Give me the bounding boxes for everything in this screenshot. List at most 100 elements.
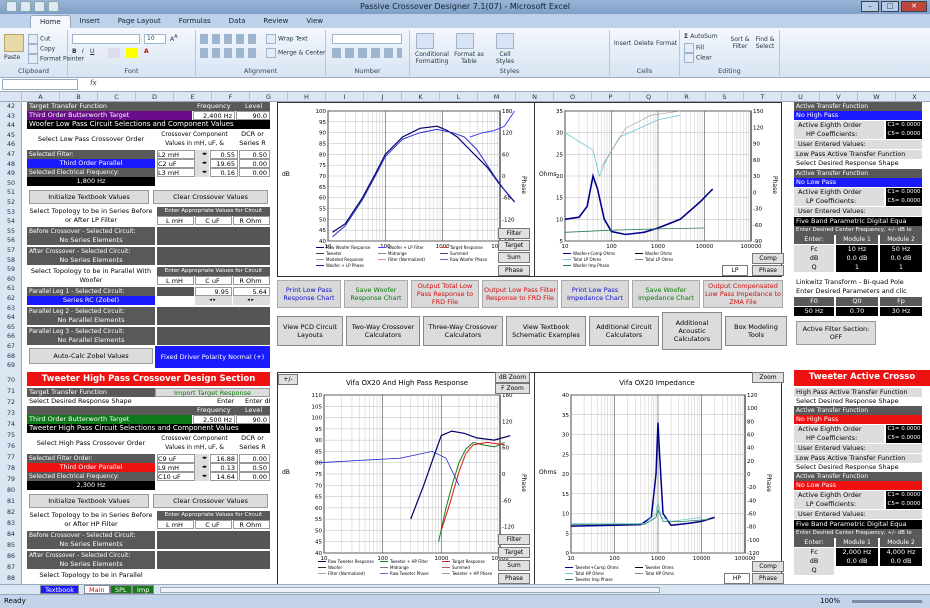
row-header[interactable]: 77 (0, 454, 22, 461)
column-header[interactable]: W (858, 92, 896, 102)
tw-comp-button[interactable]: Comp (752, 561, 784, 572)
tweeter-level-input[interactable]: 90.0 (236, 415, 270, 424)
number-format-icons[interactable] (332, 48, 402, 58)
bold-button[interactable]: B (72, 48, 77, 55)
db-module1[interactable]: 0.0 dB (836, 254, 878, 263)
tw-no-high-pass-select[interactable]: No High Pass (794, 415, 922, 424)
sheet-tab-main[interactable]: Main (84, 585, 110, 594)
tw-initialize-textbook-button[interactable]: Initialize Textbook Values (29, 494, 149, 508)
tw-db-module1[interactable]: 0.0 dB (836, 557, 878, 566)
row-header[interactable]: 43 (0, 113, 22, 120)
phase-button[interactable]: Phase (498, 265, 530, 276)
output-filter-frd-button[interactable]: Output Low Pass Filter Response to FRD F… (482, 280, 558, 308)
active-filter-section-button[interactable]: Active Filter Section: OFF (796, 321, 876, 345)
parallel-leg2-select[interactable]: No Parallel Elements (27, 316, 155, 325)
row-header[interactable]: 55 (0, 228, 22, 235)
number-format-select[interactable] (332, 34, 402, 44)
two-way-calculators-button[interactable]: Two-Way Crossover Calculators (346, 316, 420, 346)
row-header[interactable]: 80 (0, 487, 22, 494)
font-size-select[interactable]: 10 (144, 34, 166, 44)
filter-select[interactable]: Third Order Parallel (27, 159, 155, 168)
tw-after-select[interactable]: No Series Elements (27, 560, 155, 569)
print-low-pass-chart-button[interactable]: Print Low Pass Response Chart (277, 280, 341, 308)
target-button[interactable]: Target (498, 240, 530, 251)
imp-phase-button[interactable]: Phase (752, 265, 784, 276)
fill-color-icon[interactable] (126, 48, 138, 58)
row-header[interactable]: 78 (0, 465, 22, 472)
column-header[interactable]: C (98, 92, 136, 102)
fill-button[interactable]: Fill (684, 43, 704, 53)
row-header[interactable]: 48 (0, 161, 22, 168)
row-header[interactable]: 82 (0, 509, 22, 516)
column-header[interactable]: R (668, 92, 706, 102)
fc-module1[interactable]: 10 Hz (836, 245, 878, 254)
imp-zoom-button[interactable]: Zoom (752, 372, 784, 383)
row-header[interactable]: 47 (0, 151, 22, 158)
save-woofer-chart-button[interactable]: Save Woofer Response Chart (344, 280, 408, 308)
tw-spinner-2[interactable]: ◂▸ (195, 463, 209, 472)
comp-dcr-2[interactable]: 0.00 (239, 159, 270, 168)
sort-filter-button[interactable]: Sort & Filter (728, 36, 752, 50)
tw-comp-dcr-3[interactable]: 0.00 (239, 472, 270, 481)
sheet-tab-textbook[interactable]: Textbook (40, 585, 79, 594)
parallel-leg1-select[interactable]: Series RC (Zobel) (27, 296, 155, 305)
font-color-icon[interactable]: A (144, 48, 149, 55)
row-header[interactable]: 71 (0, 388, 22, 395)
spinner-1[interactable]: ◂▸ (195, 150, 209, 159)
leg1-r-value[interactable]: 5.64 (233, 287, 270, 296)
wrap-text-button[interactable]: Wrap Text (266, 34, 308, 44)
redo-icon[interactable] (48, 1, 59, 12)
row-header[interactable]: 58 (0, 257, 22, 264)
column-header[interactable]: S (706, 92, 744, 102)
insert-cells-button[interactable]: Insert (614, 40, 631, 47)
row-header[interactable]: 63 (0, 305, 22, 312)
fp-value[interactable]: 30 Hz (880, 307, 922, 316)
additional-acoustic-button[interactable]: Additional Acoustic Calculators (662, 312, 722, 350)
parallel-leg3-select[interactable]: No Parallel Elements (27, 336, 155, 345)
target-level-input[interactable]: 90.0 (236, 111, 270, 120)
sheet-tab-imp[interactable]: Imp (132, 585, 155, 594)
comp-dcr-3[interactable]: 0.00 (239, 168, 270, 177)
sum-button[interactable]: Sum (498, 252, 530, 263)
save-icon[interactable] (20, 1, 31, 12)
zoom-slider[interactable] (852, 600, 922, 603)
tw-phase-button[interactable]: Phase (498, 573, 530, 584)
row-header[interactable]: 76 (0, 443, 22, 450)
tw-sum-button[interactable]: Sum (498, 560, 530, 571)
q-module2[interactable]: 1 (880, 263, 922, 272)
db-module2[interactable]: 0.0 dB (880, 254, 922, 263)
row-header[interactable]: 65 (0, 324, 22, 331)
column-header[interactable]: E (174, 92, 212, 102)
cell-styles-button[interactable]: Cell Styles (490, 51, 520, 65)
spinner-3[interactable]: ◂▸ (195, 168, 209, 177)
clear-button[interactable]: Clear (684, 53, 712, 63)
autosum-button[interactable]: Σ AutoSum (684, 33, 718, 40)
transfer-select[interactable]: Third Order Butterworth Target (27, 111, 192, 120)
tab-insert[interactable]: Insert (71, 15, 109, 28)
row-header[interactable]: 52 (0, 199, 22, 206)
undo-icon[interactable] (34, 1, 45, 12)
column-header[interactable]: D (136, 92, 174, 102)
row-header[interactable]: 68 (0, 353, 22, 360)
three-way-calculators-button[interactable]: Three-Way Crossover Calculators (423, 316, 503, 346)
tw-comp-dcr-2[interactable]: 0.50 (239, 463, 270, 472)
after-crossover-select[interactable]: No Series Elements (27, 256, 155, 265)
before-crossover-select[interactable]: No Series Elements (27, 236, 155, 245)
row-header[interactable]: 45 (0, 132, 22, 139)
delete-cells-button[interactable]: Delete (634, 40, 654, 47)
row-header[interactable]: 51 (0, 189, 22, 196)
borders-icon[interactable] (108, 48, 120, 58)
comp-value-1[interactable]: 0.55 (210, 150, 238, 159)
row-header[interactable]: 46 (0, 141, 22, 148)
f-zoom-button[interactable]: F Zoom (495, 383, 530, 394)
merge-center-button[interactable]: Merge & Center (266, 48, 325, 58)
row-header[interactable]: 69 (0, 362, 22, 369)
row-header[interactable]: 49 (0, 170, 22, 177)
row-header[interactable]: 62 (0, 295, 22, 302)
tw-no-low-pass-select[interactable]: No Low Pass (794, 481, 922, 490)
column-header[interactable]: L (440, 92, 478, 102)
column-header[interactable]: P (592, 92, 630, 102)
tw-target-button[interactable]: Target (498, 547, 530, 558)
minimize-button[interactable]: – (861, 1, 879, 12)
tw-imp-phase-button[interactable]: Phase (752, 573, 784, 584)
